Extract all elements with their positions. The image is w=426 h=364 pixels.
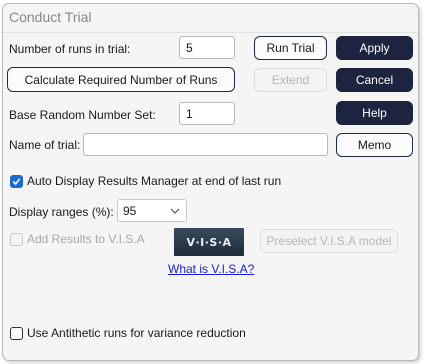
trial-name-label: Name of trial: (9, 138, 81, 152)
trial-name-input[interactable] (83, 133, 328, 156)
add-results-label: Add Results to V.I.S.A (27, 232, 145, 246)
auto-display-checkbox[interactable] (10, 175, 23, 188)
title-separator (3, 32, 418, 33)
memo-button[interactable]: Memo (336, 133, 413, 157)
run-trial-button[interactable]: Run Trial (254, 36, 327, 60)
display-ranges-select[interactable]: 95 (117, 199, 187, 222)
chevron-down-icon (170, 208, 180, 214)
display-ranges-label: Display ranges (%): (9, 205, 114, 219)
dialog-title: Conduct Trial (9, 9, 92, 25)
checkmark-icon (12, 178, 21, 186)
random-set-input[interactable] (179, 102, 235, 125)
random-set-label: Base Random Number Set: (9, 108, 156, 122)
auto-display-label: Auto Display Results Manager at end of l… (27, 174, 282, 188)
preselect-visa-button: Preselect V.I.S.A model (260, 229, 398, 253)
what-is-visa-link[interactable]: What is V.I.S.A? (168, 262, 254, 276)
apply-button[interactable]: Apply (336, 36, 413, 60)
antithetic-checkbox[interactable] (10, 327, 23, 340)
display-ranges-value: 95 (123, 204, 137, 218)
runs-label: Number of runs in trial: (9, 42, 131, 56)
calculate-runs-button[interactable]: Calculate Required Number of Runs (7, 67, 235, 92)
runs-input[interactable] (179, 36, 235, 59)
extend-button: Extend (254, 68, 327, 92)
visa-logo: V·I·S·A (174, 228, 244, 256)
add-results-checkbox (10, 233, 23, 246)
help-button[interactable]: Help (336, 101, 413, 125)
cancel-button[interactable]: Cancel (336, 68, 413, 92)
conduct-trial-dialog: Conduct Trial Number of runs in trial: R… (2, 3, 419, 361)
antithetic-label: Use Antithetic runs for variance reducti… (27, 326, 246, 340)
